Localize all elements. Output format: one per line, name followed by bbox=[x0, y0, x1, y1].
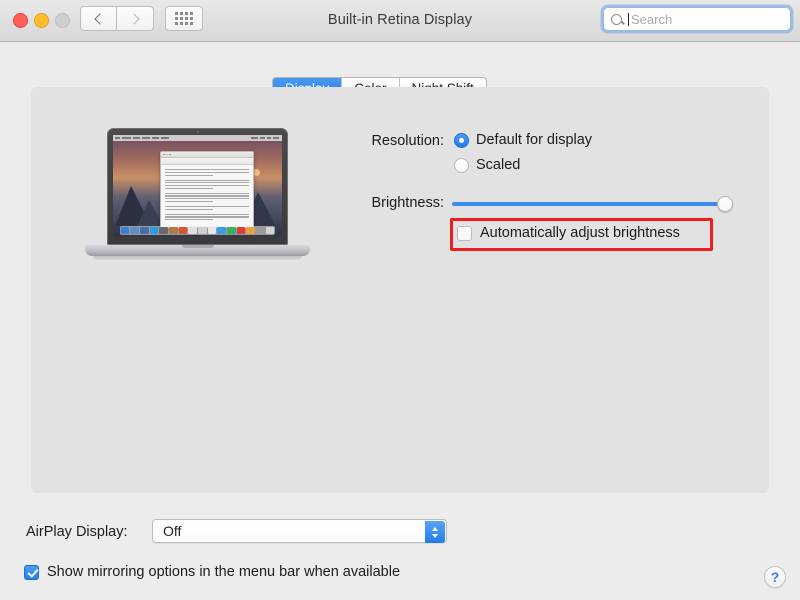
search-placeholder: Search bbox=[631, 12, 672, 27]
airplay-display-label: AirPlay Display: bbox=[26, 524, 128, 540]
airplay-display-value: Off bbox=[163, 523, 181, 539]
airplay-display-select[interactable]: Off bbox=[152, 519, 447, 543]
wallpaper-sun bbox=[253, 169, 260, 176]
preview-document-window bbox=[160, 151, 253, 228]
radio-default-label: Default for display bbox=[476, 132, 592, 148]
slider-fill bbox=[452, 202, 725, 206]
preview-menubar bbox=[113, 135, 282, 141]
show-mirroring-options-checkbox[interactable]: Show mirroring options in the menu bar w… bbox=[24, 564, 400, 580]
display-preferences-window: Built-in Retina Display Search Display C… bbox=[0, 0, 800, 600]
chevron-updown-icon bbox=[425, 521, 445, 543]
search-input[interactable]: Search bbox=[603, 7, 791, 31]
camera-icon bbox=[197, 131, 199, 133]
search-icon bbox=[611, 14, 622, 25]
checkbox-checked-icon bbox=[24, 565, 39, 580]
show-mirroring-options-label: Show mirroring options in the menu bar w… bbox=[47, 564, 400, 580]
preview-window-titlebar bbox=[161, 152, 252, 158]
preview-window-toolbar bbox=[161, 158, 252, 165]
radio-unselected-icon bbox=[454, 158, 469, 173]
auto-adjust-brightness-label: Automatically adjust brightness bbox=[480, 225, 680, 241]
titlebar: Built-in Retina Display Search bbox=[0, 0, 800, 42]
macbook-foot bbox=[93, 256, 302, 260]
wallpaper-peak bbox=[137, 200, 163, 226]
help-button[interactable]: ? bbox=[764, 566, 786, 588]
macbook-base bbox=[85, 245, 310, 256]
radio-default-for-display[interactable]: Default for display bbox=[454, 132, 592, 148]
checkbox-unchecked-icon bbox=[457, 226, 472, 241]
auto-adjust-brightness-checkbox[interactable]: Automatically adjust brightness bbox=[457, 225, 680, 241]
resolution-label: Resolution: bbox=[258, 133, 444, 149]
slider-knob[interactable] bbox=[717, 196, 733, 212]
brightness-slider[interactable] bbox=[452, 196, 742, 212]
text-caret bbox=[628, 13, 629, 26]
macbook-notch bbox=[182, 245, 214, 248]
macbook-screen bbox=[113, 135, 282, 236]
preview-dock bbox=[120, 226, 275, 235]
radio-scaled-label: Scaled bbox=[476, 157, 520, 173]
brightness-label: Brightness: bbox=[258, 195, 444, 211]
radio-scaled[interactable]: Scaled bbox=[454, 157, 520, 173]
radio-selected-icon bbox=[454, 133, 469, 148]
